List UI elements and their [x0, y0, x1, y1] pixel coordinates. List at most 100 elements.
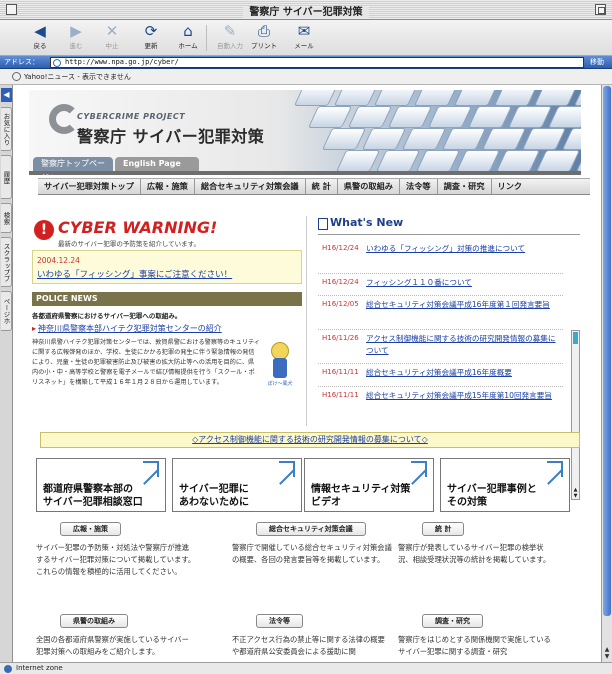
cybercrime-logo-icon: [49, 104, 79, 134]
internet-zone-icon: [4, 665, 12, 673]
toolbar-label: 戻る: [33, 42, 47, 50]
news-date: H16/11/26: [322, 334, 359, 342]
phishing-warning-link[interactable]: いわゆる「フィッシング」事案にご注意ください！: [37, 268, 232, 280]
keyboard-key: [333, 90, 379, 106]
go-button[interactable]: 移動: [588, 57, 612, 68]
keyboard-key: [413, 90, 459, 106]
section-heading-button[interactable]: 県警の取組み: [60, 614, 128, 628]
keyboard-key: [373, 90, 419, 106]
mascot-label: ぽけ〜風犬: [267, 381, 293, 387]
toolbar-label: ホーム: [178, 42, 198, 50]
side-tab[interactable]: スクラップブック: [1, 237, 12, 287]
side-tab[interactable]: お気に入り: [1, 107, 12, 151]
site-title: 警察庁 サイバー犯罪対策: [77, 127, 265, 146]
stop-button[interactable]: ✕ 中止: [96, 22, 128, 51]
side-tab[interactable]: 検索: [1, 203, 12, 233]
nav-item[interactable]: 県警の取組み: [338, 179, 400, 194]
news-link[interactable]: アクセス制御機能に関する技術の研究開発情報の募集について: [366, 333, 562, 357]
keyboard-key: [453, 90, 499, 106]
print-button[interactable]: ⎙ プリント: [248, 22, 280, 51]
keyboard-key: [521, 128, 567, 150]
forward-button[interactable]: ▶ 進む: [60, 22, 92, 51]
autofill-button[interactable]: ✎ 自動入力: [214, 22, 246, 51]
favorites-item[interactable]: Yahoo!ニュース - 表示できません: [24, 72, 131, 82]
scroll-arrows-icon[interactable]: ▲ ▼: [572, 487, 579, 499]
home-icon: ⌂: [183, 22, 193, 40]
section-heading-button[interactable]: 統 計: [422, 522, 465, 536]
section-heading-button[interactable]: 総合セキュリティ対策会議: [256, 522, 366, 536]
nav-item[interactable]: 調査・研究: [438, 179, 492, 194]
keyboard-key: [441, 128, 487, 150]
news-date: H16/12/24: [322, 278, 359, 286]
news-link[interactable]: 総合セキュリティ対策会議平成16年度概要: [366, 367, 562, 379]
nav-item[interactable]: 広報・施策: [141, 179, 195, 194]
toolbar-label: 中止: [105, 42, 119, 50]
news-date: H16/11/11: [322, 368, 359, 376]
side-tab[interactable]: 履歴: [1, 155, 12, 199]
news-scroll-thumb[interactable]: [573, 332, 578, 344]
news-divider: [318, 273, 563, 274]
collapse-arrow-icon[interactable]: ◀: [1, 88, 12, 102]
keyboard-key: [401, 128, 447, 150]
stop-icon: ✕: [105, 22, 119, 40]
news-date: H16/12/24: [322, 244, 359, 252]
globe-icon: [53, 59, 61, 67]
keyboard-key: [307, 106, 353, 128]
nav-item[interactable]: サイバー犯罪対策トップ: [38, 179, 141, 194]
keyboard-key: [361, 128, 407, 150]
window-titlebar[interactable]: 警察庁 サイバー犯罪対策: [0, 0, 612, 20]
page-scrollbar[interactable]: ▲ ▼: [601, 85, 612, 662]
keyboard-key: [533, 90, 579, 106]
keyboard-key: [387, 106, 433, 128]
nav-item[interactable]: リンク: [492, 179, 529, 194]
police-news-link[interactable]: ▸ 神奈川県警察本部ハイテク犯罪対策センターの紹介: [32, 323, 222, 334]
feature-link-label: 情報セキュリティ対策 ビデオ: [311, 484, 411, 508]
police-news-sub: 各都道府県警察におけるサイバー犯罪への取組み。: [32, 312, 182, 320]
nav-item[interactable]: 統 計: [306, 179, 338, 194]
arrow-icon: ▸: [32, 324, 37, 333]
feature-link-box[interactable]: 都道府県警察本部の サイバー犯罪相談窓口: [36, 458, 166, 512]
mail-icon: ✉: [297, 22, 311, 40]
keyboard-key: [481, 128, 527, 150]
scroll-thumb[interactable]: [603, 86, 611, 616]
feature-link-box[interactable]: サイバー犯罪に あわないために: [172, 458, 302, 512]
print-icon: ⎙: [257, 22, 270, 40]
zoom-button[interactable]: [595, 4, 606, 15]
keyboard-key: [547, 106, 581, 128]
autofill-icon: ✎: [223, 22, 237, 40]
news-link[interactable]: 総合セキュリティ対策会議平成16年度第１回発言要旨: [366, 299, 562, 311]
feature-link-box[interactable]: 情報セキュリティ対策 ビデオ: [304, 458, 434, 512]
address-input[interactable]: http://www.npa.go.jp/cyber/: [50, 57, 584, 68]
access-control-banner-link[interactable]: ◇アクセス制御機能に関する技術の研究開発情報の募集について◇: [40, 432, 580, 448]
news-date: H16/12/05: [322, 300, 359, 308]
keyboard-key: [321, 128, 367, 150]
section-heading-button[interactable]: 調査・研究: [422, 614, 483, 628]
news-link[interactable]: フィッシング１１０番について: [366, 277, 562, 289]
tab-english[interactable]: English Page: [115, 157, 199, 171]
refresh-button[interactable]: ⟳ 更新: [135, 23, 167, 51]
feature-link-box[interactable]: サイバー犯罪事例と その対策: [440, 458, 570, 512]
main-nav: サイバー犯罪対策トップ 広報・施策 総合セキュリティ対策会議統 計県警の取組み 法令等…: [38, 178, 590, 195]
section-heading-button[interactable]: 法令等: [256, 614, 303, 628]
scroll-arrows-icon[interactable]: ▲ ▼: [602, 646, 612, 660]
mail-button[interactable]: ✉ メール: [288, 22, 320, 51]
section-heading-button[interactable]: 広報・施策: [60, 522, 121, 536]
arrow-icon: [143, 461, 159, 477]
home-button[interactable]: ⌂ ホーム: [172, 22, 204, 51]
toolbar-label: 進む: [69, 42, 83, 50]
tab-npa-top[interactable]: 警察庁トップページへ: [33, 157, 113, 182]
back-button[interactable]: ◀ 戻る: [24, 23, 56, 51]
news-divider: [318, 386, 563, 387]
news-scrollbar[interactable]: ▲ ▼: [571, 330, 580, 500]
toolbar-label: 更新: [144, 42, 158, 50]
news-link[interactable]: 総合セキュリティ対策会議平成15年度第10回発言要旨: [366, 390, 562, 402]
side-tab[interactable]: ページホルダ: [1, 291, 12, 331]
address-label: アドレス：: [4, 58, 39, 66]
browser-toolbar: ◀ 戻る ▶ 進む ✕ 中止 ⟳ 更新 ⌂ ホーム ✎ 自動入力 ⎙ プリント ✉ メール: [0, 20, 612, 56]
nav-item[interactable]: 総合セキュリティ対策会議: [195, 179, 306, 194]
mascot-image: ぽけ〜風犬: [262, 340, 298, 390]
forward-icon: ▶: [70, 22, 82, 40]
section-description: 全国の各都道府県警察が実施しているサイバー犯罪対策への取組みをご紹介します。: [36, 635, 189, 656]
news-link[interactable]: いわゆる「フィッシング」対策の推進について: [366, 243, 562, 255]
nav-item[interactable]: 法令等: [400, 179, 438, 194]
